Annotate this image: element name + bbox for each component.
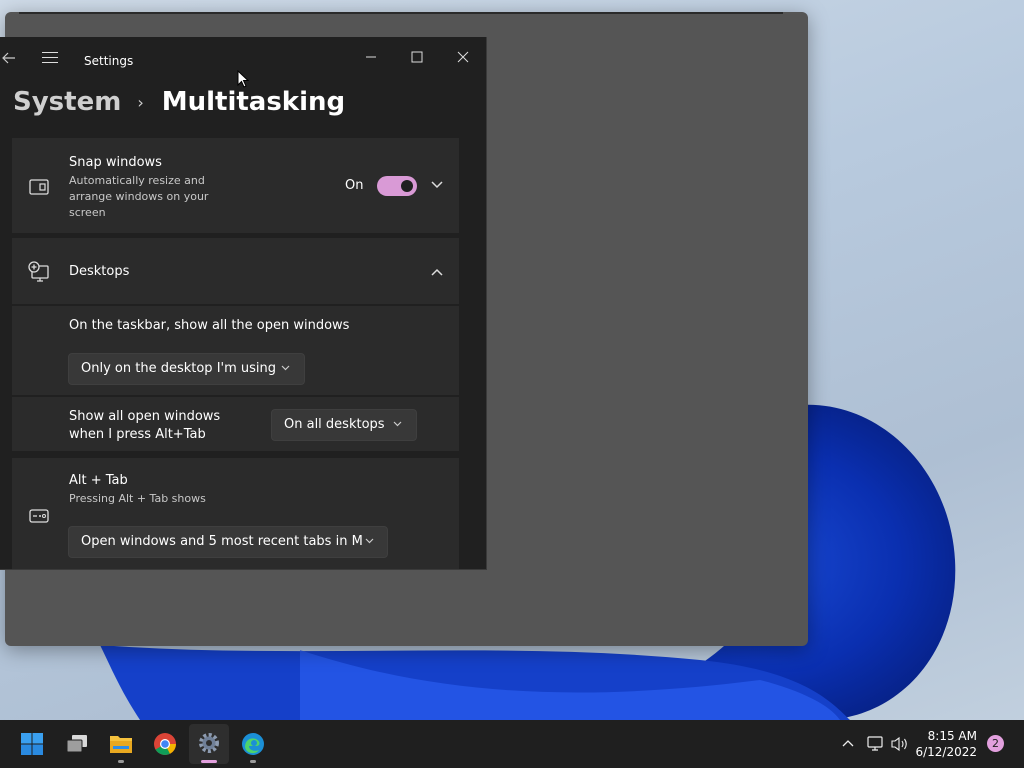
- desktops-label: Desktops: [69, 264, 130, 279]
- toggle-knob: [401, 180, 413, 192]
- snap-windows-description: Automatically resize and arrange windows…: [69, 174, 209, 219]
- chevron-down-icon: [365, 538, 374, 544]
- gear-icon: [199, 733, 219, 753]
- mouse-cursor-icon: [237, 70, 249, 88]
- breadcrumb-chevron-icon: ›: [137, 92, 144, 112]
- page-title: Multitasking: [161, 87, 346, 117]
- system-clock[interactable]: 8:15 AM 6/12/2022: [905, 728, 977, 760]
- edge-icon: [242, 733, 264, 755]
- minimize-icon: [366, 56, 376, 58]
- taskbar-windows-label: On the taskbar, show all the open window…: [69, 318, 350, 333]
- chevron-up-icon[interactable]: [842, 739, 854, 747]
- windows-logo-icon: [21, 733, 43, 755]
- clock-date: 6/12/2022: [915, 745, 977, 759]
- folder-icon: [110, 736, 132, 753]
- chevron-down-icon: [281, 365, 290, 371]
- network-icon[interactable]: [866, 736, 884, 752]
- snap-windows-toggle[interactable]: [377, 176, 417, 196]
- file-explorer-button[interactable]: [101, 724, 141, 764]
- snap-windows-label: Snap windows: [69, 155, 162, 170]
- chrome-button[interactable]: [145, 724, 185, 764]
- snap-windows-card[interactable]: Snap windows Automatically resize and ar…: [12, 138, 459, 233]
- start-button[interactable]: [12, 724, 52, 764]
- snap-toggle-state: On: [345, 178, 364, 193]
- running-indicator: [250, 760, 256, 763]
- maximize-icon: [411, 51, 423, 63]
- alt-tab-label: Alt + Tab: [69, 473, 128, 488]
- maximize-button[interactable]: [397, 43, 437, 71]
- active-indicator: [201, 760, 217, 763]
- alt-tab-card[interactable]: Alt + Tab Pressing Alt + Tab shows Open …: [12, 458, 459, 569]
- alt-tab-value: Open windows and 5 most recent tabs in M: [81, 534, 363, 549]
- task-view-button[interactable]: [57, 724, 97, 764]
- close-icon: [457, 51, 469, 63]
- taskbar-windows-value: Only on the desktop I'm using: [81, 361, 277, 376]
- taskbar-windows-dropdown[interactable]: Only on the desktop I'm using: [68, 353, 305, 385]
- chevron-down-icon: [393, 421, 402, 427]
- alt-tab-description: Pressing Alt + Tab shows: [69, 492, 206, 505]
- desktops-card[interactable]: Desktops: [12, 238, 459, 304]
- close-button[interactable]: [443, 43, 483, 71]
- background-window-edge: [19, 12, 783, 14]
- alttab-desktops-dropdown[interactable]: On all desktops: [271, 409, 417, 441]
- breadcrumb: System › Multitasking: [13, 84, 345, 120]
- snap-windows-icon: [29, 179, 49, 195]
- keyboard-tab-icon: [29, 509, 49, 523]
- hamburger-menu-icon[interactable]: [42, 52, 58, 66]
- back-arrow-icon[interactable]: [2, 51, 20, 69]
- taskbar: 8:15 AM 6/12/2022: [0, 720, 1024, 768]
- notification-badge[interactable]: 2: [987, 735, 1004, 752]
- alttab-desktops-label: Show all open windows when I press Alt+T…: [69, 409, 221, 442]
- alt-tab-dropdown[interactable]: Open windows and 5 most recent tabs in M: [68, 526, 388, 558]
- window-title: Settings: [84, 54, 134, 68]
- running-indicator: [118, 760, 124, 763]
- breadcrumb-parent[interactable]: System: [13, 87, 121, 117]
- minimize-button[interactable]: [351, 43, 391, 71]
- task-view-icon: [66, 735, 87, 753]
- add-desktop-icon: [28, 261, 49, 282]
- chevron-up-icon[interactable]: [431, 268, 443, 276]
- taskbar-windows-setting: On the taskbar, show all the open window…: [12, 306, 459, 395]
- alttab-desktops-value: On all desktops: [284, 417, 385, 432]
- clock-time: 8:15 AM: [927, 729, 977, 743]
- settings-window[interactable]: Settings System › Multitasking Snap wind…: [0, 37, 487, 570]
- chrome-icon: [154, 733, 176, 755]
- chevron-down-icon[interactable]: [431, 181, 443, 189]
- edge-button[interactable]: [233, 724, 273, 764]
- alttab-desktops-setting: Show all open windows when I press Alt+T…: [12, 397, 459, 451]
- settings-taskbar-button[interactable]: [189, 724, 229, 764]
